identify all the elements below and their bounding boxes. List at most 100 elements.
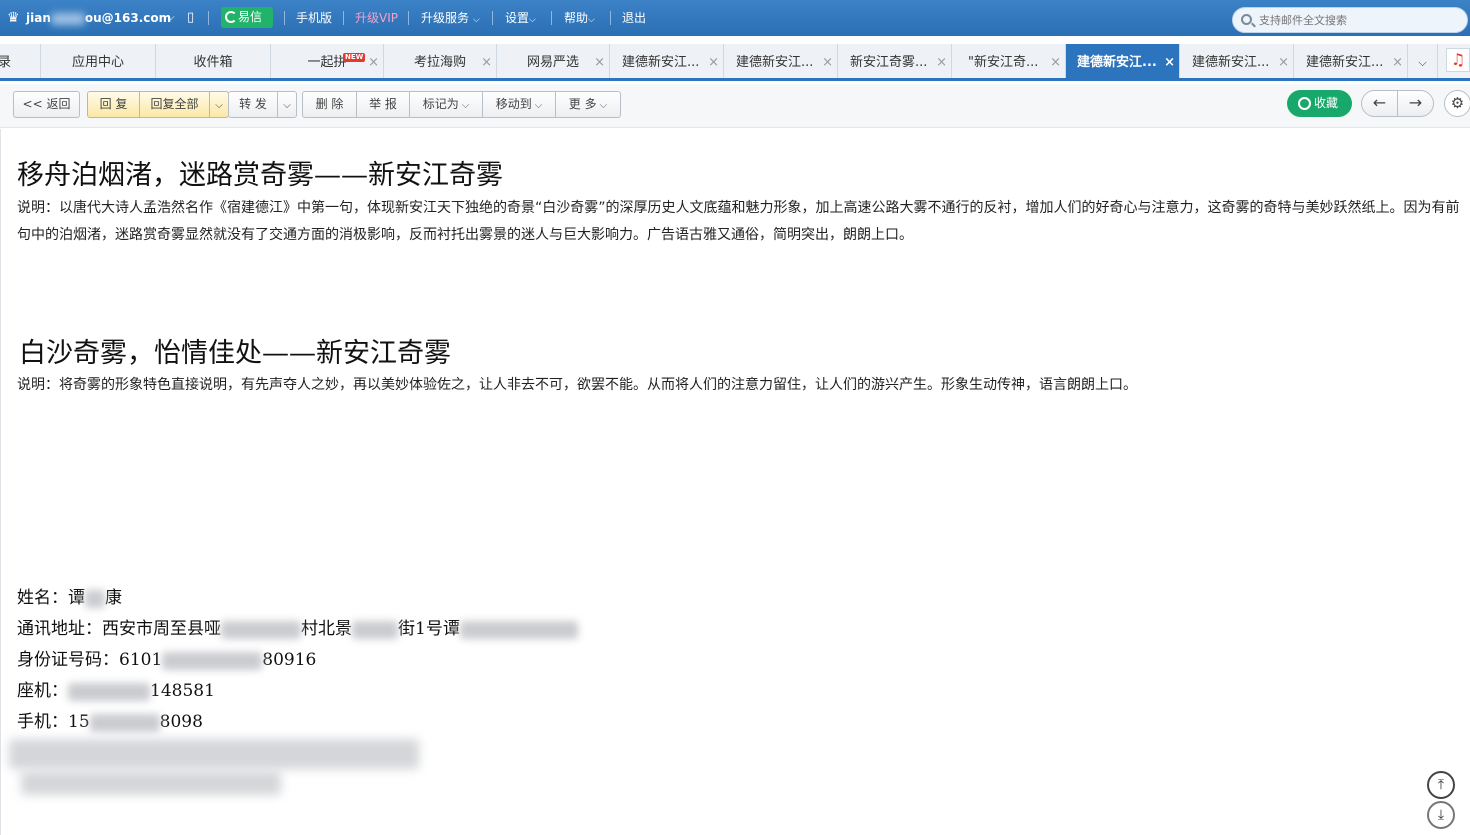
tab-app-center[interactable]: 应用中心: [41, 44, 156, 78]
tab-label: 考拉海购: [413, 55, 466, 70]
redacted-block: [162, 651, 263, 670]
tab-mail-3[interactable]: 新安江奇雾... ×: [838, 44, 952, 78]
tab-kaola[interactable]: 考拉海购 ×: [384, 44, 497, 78]
search-box[interactable]: [1232, 7, 1468, 33]
delete-button[interactable]: 删 除: [302, 91, 357, 118]
tab-mail-7[interactable]: 建德新安江... ×: [1294, 44, 1408, 78]
vip-link[interactable]: 升级VIP: [355, 0, 398, 36]
back-button[interactable]: << 返回: [13, 91, 80, 118]
arrow-down-icon: ⤓: [1437, 807, 1445, 823]
tab-yiqipin[interactable]: 一起拼 NEW ×: [271, 44, 384, 78]
close-icon[interactable]: ×: [368, 44, 379, 81]
tab-label: 建德新安江...: [736, 55, 814, 70]
next-mail-button[interactable]: →: [1397, 90, 1434, 117]
landline-part: 148581: [150, 681, 215, 701]
slogan-description-2: 说明：将奇雾的形象特色直接说明，有先声夺人之妙，再以美妙体验佐之，让人非去不可，…: [17, 377, 1137, 393]
move-to-menu[interactable]: 移动到 ⌵: [482, 91, 556, 118]
address-part: 村北景: [301, 619, 352, 639]
yixin-label: 易信: [238, 10, 263, 24]
chevron-down-icon: ⌵: [283, 100, 291, 111]
close-icon[interactable]: ×: [481, 44, 492, 81]
tab-bar: 录 应用中心 收件箱 一起拼 NEW × 考拉海购 × 网易严选 × 建德新安江..…: [0, 44, 1470, 81]
tab-mail-active[interactable]: 建德新安江... ×: [1066, 44, 1180, 78]
redacted-block: [9, 739, 419, 769]
tab-yanxuan[interactable]: 网易严选 ×: [497, 44, 610, 78]
tab-mail-4[interactable]: "新安江奇... ×: [952, 44, 1066, 78]
close-icon[interactable]: ×: [594, 44, 605, 81]
favorite-button[interactable]: 收藏: [1287, 90, 1352, 117]
divider: [208, 11, 209, 25]
contact-landline: 座机： 148581: [17, 676, 215, 701]
account-name[interactable]: jian ou@163.com: [26, 0, 171, 36]
move-to-label: 移动到: [495, 97, 532, 111]
logout-link[interactable]: 退出: [622, 0, 646, 36]
contact-mobile: 手机：15 8098: [17, 707, 203, 732]
id-part: 80916: [262, 650, 317, 670]
close-icon[interactable]: ×: [708, 44, 719, 81]
close-icon[interactable]: ×: [1278, 44, 1289, 81]
tab-overflow-menu[interactable]: ⌵: [1408, 44, 1438, 78]
chevron-down-icon: ⌵: [599, 100, 608, 111]
tab-inbox[interactable]: 收件箱: [156, 44, 271, 78]
yixin-button[interactable]: 易信: [221, 7, 273, 28]
close-icon[interactable]: ×: [1392, 44, 1403, 81]
tab-label: 建德新安江...: [1192, 55, 1270, 70]
scroll-top-button[interactable]: ⤒: [1427, 771, 1455, 799]
mobile-link[interactable]: 手机版: [296, 0, 332, 36]
close-icon[interactable]: ×: [1050, 44, 1061, 81]
tab-label: 建德新安江...: [1306, 55, 1384, 70]
mobile-part: 15: [68, 712, 90, 732]
forward-button[interactable]: 转 发: [228, 91, 278, 118]
close-icon[interactable]: ×: [1164, 44, 1175, 81]
more-menu[interactable]: 更 多 ⌵: [555, 91, 621, 118]
reply-all-dropdown[interactable]: ⌵: [209, 91, 229, 118]
redacted-block: [50, 12, 85, 25]
tab-mail-6[interactable]: 建德新安江... ×: [1180, 44, 1294, 78]
tab-mail-2[interactable]: 建德新安江... ×: [724, 44, 838, 78]
report-button[interactable]: 举 报: [356, 91, 410, 118]
chevron-down-icon[interactable]: ⌵: [167, 0, 175, 36]
landline-label: 座机：: [17, 681, 68, 701]
slogan-heading-1: 移舟泊烟渚，迷路赏奇雾——新安江奇雾: [17, 160, 503, 191]
mail-toolbar: << 返回 回 复 回复全部 ⌵ 转 发 ⌵ 删 除 举 报 标记为 ⌵ 移动到 ⌵…: [0, 84, 1470, 128]
tab-label: 应用中心: [71, 55, 124, 70]
close-icon[interactable]: ×: [822, 44, 833, 81]
chevron-down-icon: ⌵: [472, 15, 480, 25]
search-icon: [1241, 14, 1252, 25]
id-part: 6101: [119, 650, 163, 670]
tab-label: 收件箱: [193, 55, 233, 70]
gear-icon[interactable]: ⚙: [1444, 90, 1470, 117]
redacted-block: [21, 771, 281, 795]
chevron-down-icon: ⌵: [534, 100, 543, 111]
divider: [284, 11, 285, 25]
reply-button[interactable]: 回 复: [87, 91, 140, 118]
redacted-block: [68, 682, 150, 701]
divider: [492, 11, 493, 25]
scroll-bottom-button[interactable]: ⤓: [1427, 801, 1455, 829]
phone-icon[interactable]: ▯: [187, 0, 194, 36]
chevron-down-icon: ⌵: [588, 15, 595, 25]
address-part: 西安市周至县哑: [102, 619, 221, 639]
close-icon[interactable]: ×: [936, 44, 947, 81]
help-menu[interactable]: 帮助⌵: [564, 0, 595, 36]
settings-menu[interactable]: 设置⌵: [505, 0, 536, 36]
divider: [408, 11, 409, 25]
divider: [343, 11, 344, 25]
prev-mail-button[interactable]: ←: [1361, 90, 1398, 117]
forward-dropdown[interactable]: ⌵: [277, 91, 297, 118]
name-part: 谭: [68, 588, 85, 608]
tab-home[interactable]: 录: [0, 44, 41, 78]
redacted-block: [85, 589, 105, 608]
chevron-down-icon: ⌵: [529, 15, 536, 25]
account-prefix: jian: [26, 11, 51, 25]
name-label: 姓名：: [17, 588, 68, 608]
new-badge: NEW: [343, 53, 366, 62]
mark-as-menu[interactable]: 标记为 ⌵: [409, 91, 483, 118]
mobile-part: 8098: [159, 712, 203, 732]
tab-mail-1[interactable]: 建德新安江... ×: [610, 44, 724, 78]
music-icon[interactable]: ♫: [1446, 48, 1470, 72]
upgrade-menu[interactable]: 升级服务 ⌵: [421, 0, 480, 36]
search-input[interactable]: [1259, 12, 1459, 29]
reply-all-button[interactable]: 回复全部: [139, 91, 210, 118]
chevron-down-icon: ⌵: [1418, 56, 1427, 69]
